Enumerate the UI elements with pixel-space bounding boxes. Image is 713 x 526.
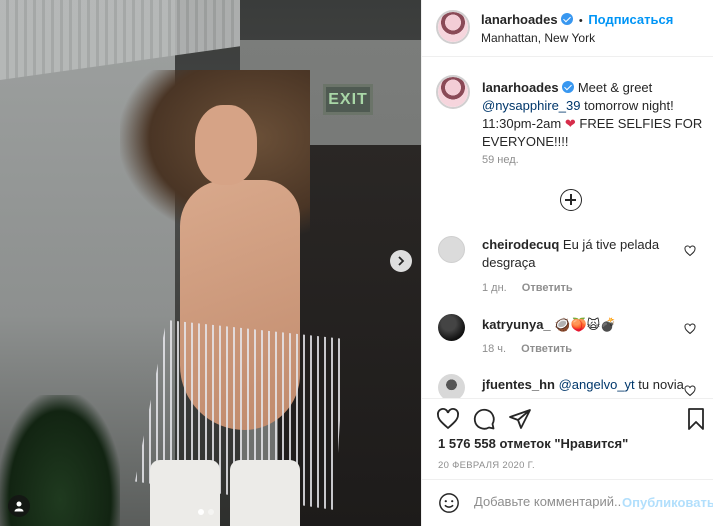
post-caption: lanarhoades Meet & greet @nysapphire_39 … <box>482 79 704 151</box>
follow-button[interactable]: Подписаться <box>588 12 673 27</box>
comment-username[interactable]: jfuentes_hn <box>482 377 555 392</box>
caption-avatar[interactable] <box>436 75 470 109</box>
avatar-image <box>438 77 468 107</box>
photo-boot-left <box>150 460 220 526</box>
comment-body: jfuentes_hn @angelvo_yt tu novia <box>482 376 702 394</box>
tagged-users-button[interactable] <box>8 495 30 517</box>
carousel-dot-1 <box>198 509 204 515</box>
comment-avatar[interactable] <box>438 236 465 263</box>
post-side-panel: lanarhoades • Подписаться Manhattan, New… <box>421 0 713 526</box>
post-header: lanarhoades • Подписаться Manhattan, New… <box>422 0 713 57</box>
carousel-dot-2 <box>208 509 214 515</box>
author-username[interactable]: lanarhoades <box>481 12 558 27</box>
comment-time[interactable]: 1 дн. <box>482 282 507 294</box>
comment-body: katryunya_ 🥥🍑🙀💣 <box>482 316 682 334</box>
carousel-next-button[interactable] <box>390 250 412 272</box>
comment-input[interactable] <box>474 494 622 509</box>
comment-time[interactable]: 18 ч. <box>482 343 506 355</box>
photo-face <box>195 105 257 185</box>
share-paper-plane-icon[interactable] <box>508 407 532 431</box>
verified-badge-icon <box>561 13 574 25</box>
comment-bubble-icon[interactable] <box>472 407 496 431</box>
comment-username[interactable]: katryunya_ <box>482 317 551 332</box>
comments-scroll[interactable]: lanarhoades Meet & greet @nysapphire_39 … <box>422 58 713 398</box>
caption-time[interactable]: 59 нед. <box>482 154 519 166</box>
like-comment-heart-icon[interactable] <box>684 323 696 335</box>
comment-body: cheirodecuq Eu já tive pelada desgraça <box>482 236 682 272</box>
like-comment-heart-icon[interactable] <box>684 385 696 397</box>
photo-boot-right <box>230 460 300 526</box>
carousel-dots <box>198 509 214 515</box>
caption-username[interactable]: lanarhoades <box>482 80 559 95</box>
comment-meta: 18 ч. Ответить <box>482 343 572 355</box>
load-more-comments-icon[interactable] <box>560 189 582 211</box>
like-heart-icon[interactable] <box>436 407 460 431</box>
save-bookmark-icon[interactable] <box>684 407 708 431</box>
comment-mention[interactable]: @angelvo_yt <box>559 377 635 392</box>
post-photo[interactable]: EXIT <box>0 0 421 526</box>
avatar-image <box>438 12 468 42</box>
comment-text: tu novia <box>638 377 684 392</box>
user-icon <box>14 501 24 512</box>
broken-heart-icon: ❤ <box>564 116 576 131</box>
post-date[interactable]: 20 ФЕВРАЛЯ 2020 Г. <box>438 460 535 471</box>
reply-button[interactable]: Ответить <box>521 343 572 355</box>
caption-text-1: Meet & greet <box>577 80 653 95</box>
header-separator: • <box>578 15 583 27</box>
photo-subject <box>120 70 345 526</box>
verified-badge-icon <box>562 81 575 93</box>
comment-username[interactable]: cheirodecuq <box>482 237 559 252</box>
comment-text: 🥥🍑🙀💣 <box>554 317 617 332</box>
chevron-right-icon <box>398 256 405 266</box>
comment-avatar[interactable] <box>438 374 465 398</box>
author-avatar[interactable] <box>436 10 470 44</box>
reply-button[interactable]: Ответить <box>522 282 573 294</box>
post-actions: 1 576 558 отметок "Нравится" 20 ФЕВРАЛЯ … <box>422 398 713 478</box>
post-location[interactable]: Manhattan, New York <box>481 31 595 45</box>
add-comment-bar: Опубликовать <box>422 479 713 526</box>
publish-button[interactable]: Опубликовать <box>622 495 713 510</box>
likes-count[interactable]: 1 576 558 отметок "Нравится" <box>438 436 628 451</box>
comment-avatar[interactable] <box>438 314 465 341</box>
like-comment-heart-icon[interactable] <box>684 245 696 257</box>
caption-mention[interactable]: @nysapphire_39 <box>482 98 580 113</box>
comment-meta: 1 дн. Ответить <box>482 282 573 294</box>
emoji-smile-icon[interactable] <box>438 492 460 514</box>
